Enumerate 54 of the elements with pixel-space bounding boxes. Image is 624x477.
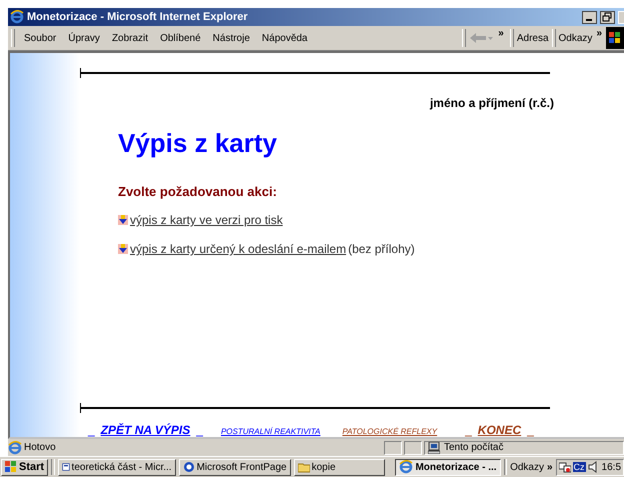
language-indicator[interactable]: Cz <box>572 462 586 472</box>
windows-logo-icon <box>609 32 621 44</box>
link[interactable]: výpis z karty ve verzi pro tisk <box>130 213 283 227</box>
close-button[interactable] <box>618 10 624 24</box>
menu-item[interactable]: Zobrazit <box>106 32 154 44</box>
minimize-button[interactable] <box>582 10 597 24</box>
nav-link[interactable]: KONEC <box>478 423 522 437</box>
menu-item[interactable]: Úpravy <box>62 32 106 44</box>
status-panel <box>404 440 422 454</box>
nav-link[interactable]: PATOLOGICKÉ REFLEXY <box>342 427 438 436</box>
taskbar-button[interactable]: teoretická část - Micr... <box>58 458 176 476</box>
taskbar-button[interactable]: kopie <box>294 458 385 476</box>
download-icon <box>118 215 128 225</box>
document-icon <box>62 461 70 473</box>
folder-icon <box>298 461 310 473</box>
browser-icon <box>399 460 414 474</box>
menu-item[interactable]: Nápověda <box>256 32 314 44</box>
menu-item[interactable]: Soubor <box>18 32 62 44</box>
app-icon <box>182 461 195 473</box>
page-heading: Výpis z karty <box>118 128 278 159</box>
zone-text: Tento počítač <box>444 442 504 453</box>
clock: 16:5 <box>602 462 622 472</box>
underscore-mark: _ <box>527 423 534 437</box>
download-icon <box>118 244 128 254</box>
taskbar-button[interactable]: Monetorizace - ... <box>395 458 501 476</box>
windows-logo-icon <box>5 461 17 473</box>
toolbar-chevron[interactable]: » <box>498 28 504 39</box>
link[interactable]: výpis z karty určený k odeslání e-mailem <box>130 242 346 256</box>
links-button[interactable]: Odkazy <box>558 32 592 44</box>
computer-icon <box>428 442 440 454</box>
address-label: Adresa <box>516 32 549 44</box>
toolbar-chevron[interactable]: » <box>546 462 553 472</box>
action-prompt: Zvolte požadovanou akci: <box>118 184 278 199</box>
user-name: jméno a příjmení (r.č.) <box>430 96 554 110</box>
links-button[interactable]: Odkazy <box>510 462 544 472</box>
underscore-mark: _ <box>88 423 95 437</box>
nav-link[interactable]: POSTURALNÍ REAKTIVITA <box>220 427 320 436</box>
menu-item[interactable]: Oblíbené <box>154 32 207 44</box>
status-panel <box>384 440 402 454</box>
status-text: Hotovo <box>24 442 57 453</box>
start-button[interactable]: Start <box>1 458 48 476</box>
menu-item[interactable]: Nástroje <box>206 32 256 44</box>
nav-link[interactable]: ZPĚT NA VÝPIS <box>100 423 190 437</box>
browser-icon <box>10 10 24 24</box>
back-arrow-icon[interactable] <box>469 32 488 44</box>
link-note: (bez přílohy) <box>348 242 415 256</box>
underscore-mark: _ <box>196 423 203 437</box>
toolbar-chevron[interactable]: » <box>596 28 602 39</box>
restore-button[interactable] <box>600 10 615 24</box>
window-title: Monetorizace - Microsoft Internet Explorer <box>27 11 249 23</box>
taskbar-button[interactable]: Microsoft FrontPage <box>178 458 291 476</box>
underscore-mark: _ <box>465 423 472 437</box>
page-icon <box>8 440 22 454</box>
network-icon <box>558 461 571 473</box>
